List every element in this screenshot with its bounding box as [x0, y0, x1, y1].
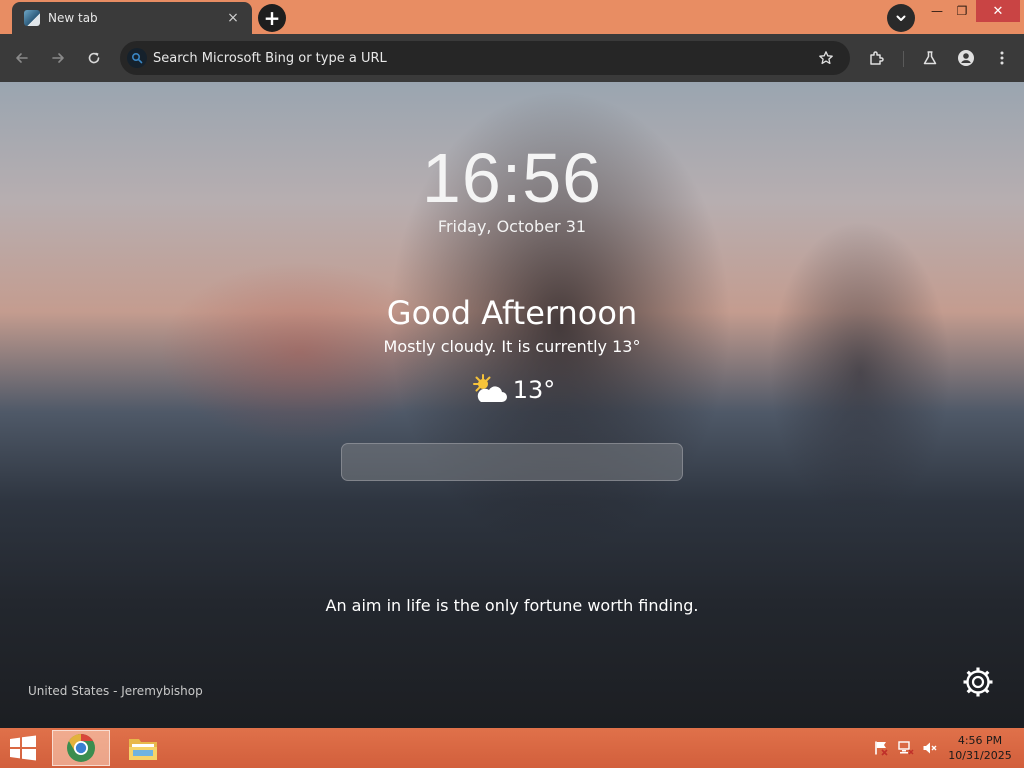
- profile-button[interactable]: [954, 46, 978, 70]
- partly-cloudy-sun-icon: [472, 374, 507, 402]
- reload-button[interactable]: [82, 46, 106, 70]
- action-center-button[interactable]: [872, 739, 890, 757]
- tab-close-button[interactable]: ×: [224, 10, 242, 26]
- volume-button[interactable]: [921, 739, 939, 757]
- clock-date: Friday, October 31: [437, 217, 587, 236]
- greeting-heading: Good Afternoon: [386, 294, 638, 332]
- network-icon: [898, 741, 914, 755]
- file-explorer-icon: [129, 739, 157, 760]
- weather-widget: 13°: [0, 372, 1024, 408]
- system-date: 10/31/2025: [948, 749, 1012, 762]
- reload-icon: [88, 52, 100, 64]
- bing-newtab-icon: [24, 10, 40, 26]
- toolbar-divider: [903, 51, 904, 67]
- newtab-search-input[interactable]: [341, 443, 683, 481]
- browser-titlebar: New tab × + — ❐ ✕: [0, 0, 1024, 34]
- labs-flask-icon: [923, 51, 937, 65]
- tab-title: New tab: [48, 11, 98, 25]
- tab-new-tab[interactable]: New tab ×: [12, 2, 252, 34]
- system-clock[interactable]: 4:56 PM 10/31/2025: [944, 733, 1016, 763]
- close-window-button[interactable]: ✕: [976, 0, 1020, 22]
- new-tab-page: 16:56 Friday, October 31 Good Afternoon …: [0, 82, 1024, 728]
- settings-button[interactable]: [960, 664, 996, 700]
- photo-credit-link[interactable]: United States - Jeremybishop: [28, 684, 203, 698]
- taskbar-file-explorer-button[interactable]: [114, 730, 172, 766]
- forward-button[interactable]: [46, 46, 70, 70]
- system-time: 4:56 PM: [957, 734, 1003, 747]
- weather-temperature: 13°: [512, 376, 556, 404]
- gear-icon: [963, 667, 993, 697]
- clock-time: 16:56: [421, 139, 603, 217]
- tab-search-button[interactable]: [887, 4, 915, 32]
- browser-toolbar: Search Microsoft Bing or type a URL: [0, 34, 1024, 82]
- start-button[interactable]: [8, 734, 38, 762]
- weather-description: Mostly cloudy. It is currently 13°: [383, 337, 641, 356]
- network-status-button[interactable]: [897, 739, 915, 757]
- chevron-down-icon: [896, 15, 906, 21]
- omnibox-placeholder[interactable]: Search Microsoft Bing or type a URL: [153, 51, 814, 66]
- more-menu-icon: [1000, 51, 1004, 65]
- profile-icon: [958, 50, 974, 66]
- labs-button[interactable]: [918, 46, 942, 70]
- new-tab-button[interactable]: +: [258, 4, 286, 32]
- bookmark-star-button[interactable]: [814, 46, 838, 70]
- more-menu-button[interactable]: [990, 46, 1014, 70]
- windows-start-icon: [10, 735, 36, 761]
- back-button[interactable]: [10, 46, 34, 70]
- back-arrow-icon: [16, 53, 28, 63]
- star-icon: [819, 51, 833, 65]
- extensions-icon: [870, 51, 884, 65]
- taskbar-browser-button[interactable]: [52, 730, 110, 766]
- daily-quote: An aim in life is the only fortune worth…: [325, 596, 699, 615]
- action-center-flag-icon: [875, 741, 888, 756]
- volume-muted-icon: [923, 742, 937, 754]
- omnibox[interactable]: Search Microsoft Bing or type a URL: [120, 41, 850, 75]
- forward-arrow-icon: [52, 53, 64, 63]
- restore-button[interactable]: ❐: [945, 0, 979, 22]
- extensions-button[interactable]: [865, 46, 889, 70]
- windows-taskbar: 4:56 PM 10/31/2025: [0, 728, 1024, 768]
- bing-search-icon: [127, 48, 147, 68]
- chrome-browser-icon: [67, 734, 95, 762]
